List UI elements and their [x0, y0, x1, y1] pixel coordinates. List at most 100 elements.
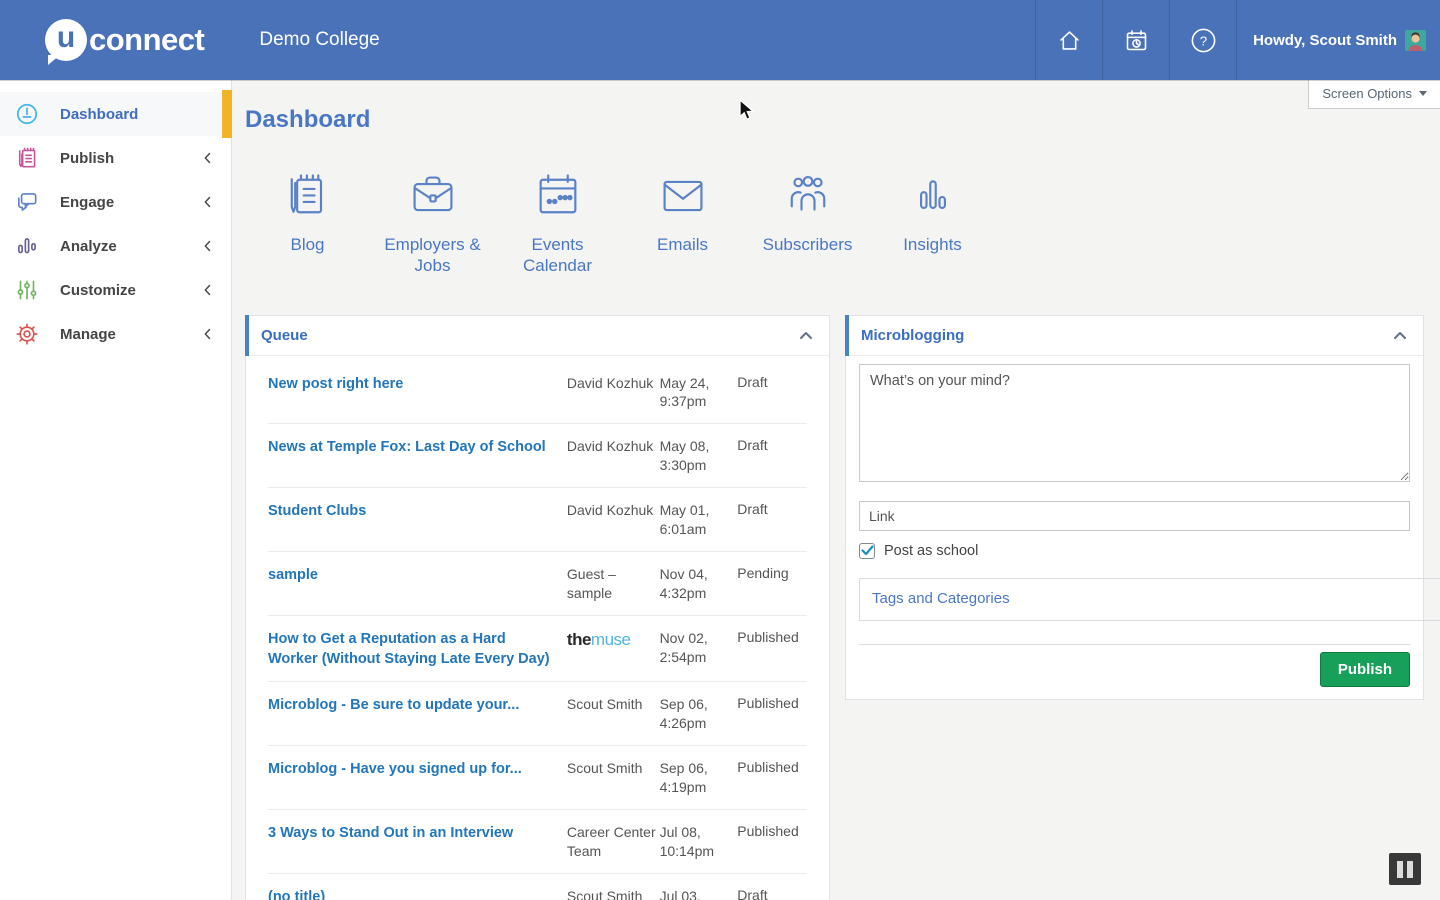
post-author: Scout Smith — [567, 695, 660, 733]
publish-row: Publish — [859, 645, 1410, 687]
queue-row: New post right hereDavid KozhukMay 24, 9… — [268, 356, 807, 425]
subscribers-icon — [782, 170, 834, 222]
queue-row: How to Get a Reputation as a Hard Worker… — [268, 616, 807, 683]
sidebar-item-label: Dashboard — [60, 106, 138, 123]
post-date: Nov 04, 4:32pm — [660, 565, 738, 603]
queue-panel-header: Queue — [246, 316, 829, 356]
logo-text: connect — [89, 22, 204, 58]
post-author: David Kozhuk — [567, 374, 660, 412]
sidebar-item-customize[interactable]: Customize — [0, 268, 231, 312]
post-date: May 24, 9:37pm — [660, 374, 738, 412]
publish-button[interactable]: Publish — [1320, 652, 1410, 687]
chevron-left-icon — [199, 281, 217, 299]
post-status: Draft — [737, 374, 807, 412]
post-title-link[interactable]: Microblog - Be sure to update your... — [268, 695, 567, 733]
post-status: Published — [737, 629, 807, 670]
microblogging-panel-title: Microblogging — [861, 327, 964, 344]
link-input[interactable] — [859, 501, 1410, 531]
post-status: Draft — [737, 501, 807, 539]
quick-link-insights[interactable]: Insights — [870, 170, 995, 277]
user-menu[interactable]: Howdy, Scout Smith — [1236, 0, 1440, 80]
post-author: Scout Smith — [567, 887, 660, 900]
queue-row: sampleGuest – sampleNov 04, 4:32pmPendin… — [268, 552, 807, 616]
screen-options-button[interactable]: Screen Options — [1308, 80, 1440, 109]
post-as-school-checkbox[interactable] — [859, 543, 875, 559]
sidebar-item-label: Analyze — [60, 238, 117, 255]
queue-row: News at Temple Fox: Last Day of SchoolDa… — [268, 424, 807, 488]
post-title-link[interactable]: News at Temple Fox: Last Day of School — [268, 437, 567, 475]
quick-link-blog[interactable]: Blog — [245, 170, 370, 277]
queue-rows: New post right hereDavid KozhukMay 24, 9… — [246, 356, 829, 900]
quick-link-label: Insights — [903, 234, 962, 255]
post-title-link[interactable]: (no title) — [268, 887, 567, 900]
sidebar-item-engage[interactable]: Engage — [0, 180, 231, 224]
post-as-school-row[interactable]: Post as school — [859, 543, 1410, 559]
pause-button[interactable] — [1389, 853, 1421, 885]
post-status: Pending — [737, 565, 807, 603]
quick-link-label: Events Calendar — [495, 234, 620, 277]
microblogging-body: Post as school Tags and Categories Publi… — [846, 356, 1423, 699]
logo-bubble-icon: u — [45, 19, 87, 61]
chevron-left-icon — [199, 325, 217, 343]
queue-row: (no title)Scout SmithJul 03, 6:52pmDraft — [268, 874, 807, 900]
tags-and-categories-section[interactable]: Tags and Categories — [859, 578, 1440, 621]
calendar-icon[interactable] — [1102, 0, 1169, 80]
post-author: Career Center Team — [567, 823, 660, 861]
help-icon[interactable]: ? — [1169, 0, 1236, 80]
svg-text:?: ? — [1199, 33, 1206, 48]
home-icon[interactable] — [1035, 0, 1102, 80]
quick-link-label: Subscribers — [763, 234, 853, 255]
post-status: Published — [737, 759, 807, 797]
events-calendar-icon — [532, 170, 584, 222]
post-author: Guest – sample — [567, 565, 660, 603]
envelope-icon — [657, 170, 709, 222]
chevron-up-icon[interactable] — [797, 328, 815, 342]
quick-link-envelope[interactable]: Emails — [620, 170, 745, 277]
uconnect-logo[interactable]: u connect — [45, 19, 204, 61]
notepad-icon — [14, 145, 40, 171]
logo-u: u — [57, 21, 75, 55]
chat-icon — [14, 189, 40, 215]
sidebar-item-publish[interactable]: Publish — [0, 136, 231, 180]
chevron-up-icon[interactable] — [1391, 328, 1409, 342]
briefcase-icon — [407, 170, 459, 222]
top-bar: u connect Demo College ? Howdy, Scout Sm… — [0, 0, 1440, 80]
queue-row: Student ClubsDavid KozhukMay 01, 6:01amD… — [268, 488, 807, 552]
quick-link-label: Emails — [657, 234, 708, 255]
microblogging-panel-header: Microblogging — [846, 316, 1423, 356]
queue-row: Microblog - Have you signed up for...Sco… — [268, 746, 807, 810]
queue-panel: Queue New post right hereDavid KozhukMay… — [245, 315, 830, 900]
microblogging-panel: Microblogging Post as school Tags and Ca… — [845, 315, 1424, 700]
post-date: May 08, 3:30pm — [660, 437, 738, 475]
quick-link-briefcase[interactable]: Employers & Jobs — [370, 170, 495, 277]
chevron-down-icon — [1419, 91, 1427, 96]
quick-link-subscribers[interactable]: Subscribers — [745, 170, 870, 277]
microblog-text-input[interactable] — [859, 364, 1410, 482]
chevron-left-icon — [199, 193, 217, 211]
themuse-logo: themuse — [567, 629, 660, 670]
gear-icon — [14, 321, 40, 347]
sidebar-item-label: Customize — [60, 282, 136, 299]
post-date: Sep 06, 4:26pm — [660, 695, 738, 733]
quick-link-events-calendar[interactable]: Events Calendar — [495, 170, 620, 277]
post-title-link[interactable]: New post right here — [268, 374, 567, 412]
quick-links-row: BlogEmployers & JobsEvents Calendar Email… — [245, 170, 1440, 277]
gauge-icon — [14, 101, 40, 127]
post-title-link[interactable]: sample — [268, 565, 567, 603]
sidebar-item-manage[interactable]: Manage — [0, 312, 231, 356]
quick-link-label: Employers & Jobs — [370, 234, 495, 277]
sidebar-item-label: Manage — [60, 326, 116, 343]
sidebar-item-dashboard[interactable]: Dashboard — [0, 92, 231, 136]
main-content: Screen Options Dashboard BlogEmployers &… — [232, 80, 1440, 900]
page-title: Dashboard — [245, 106, 1440, 134]
post-author: David Kozhuk — [567, 501, 660, 539]
post-title-link[interactable]: Microblog - Have you signed up for... — [268, 759, 567, 797]
sidebar-item-label: Publish — [60, 150, 114, 167]
post-title-link[interactable]: 3 Ways to Stand Out in an Interview — [268, 823, 567, 861]
post-title-link[interactable]: How to Get a Reputation as a Hard Worker… — [268, 629, 567, 670]
sidebar-item-analyze[interactable]: Analyze — [0, 224, 231, 268]
queue-row: 3 Ways to Stand Out in an InterviewCaree… — [268, 810, 807, 874]
blog-icon — [282, 170, 334, 222]
post-title-link[interactable]: Student Clubs — [268, 501, 567, 539]
bars-icon — [14, 233, 40, 259]
